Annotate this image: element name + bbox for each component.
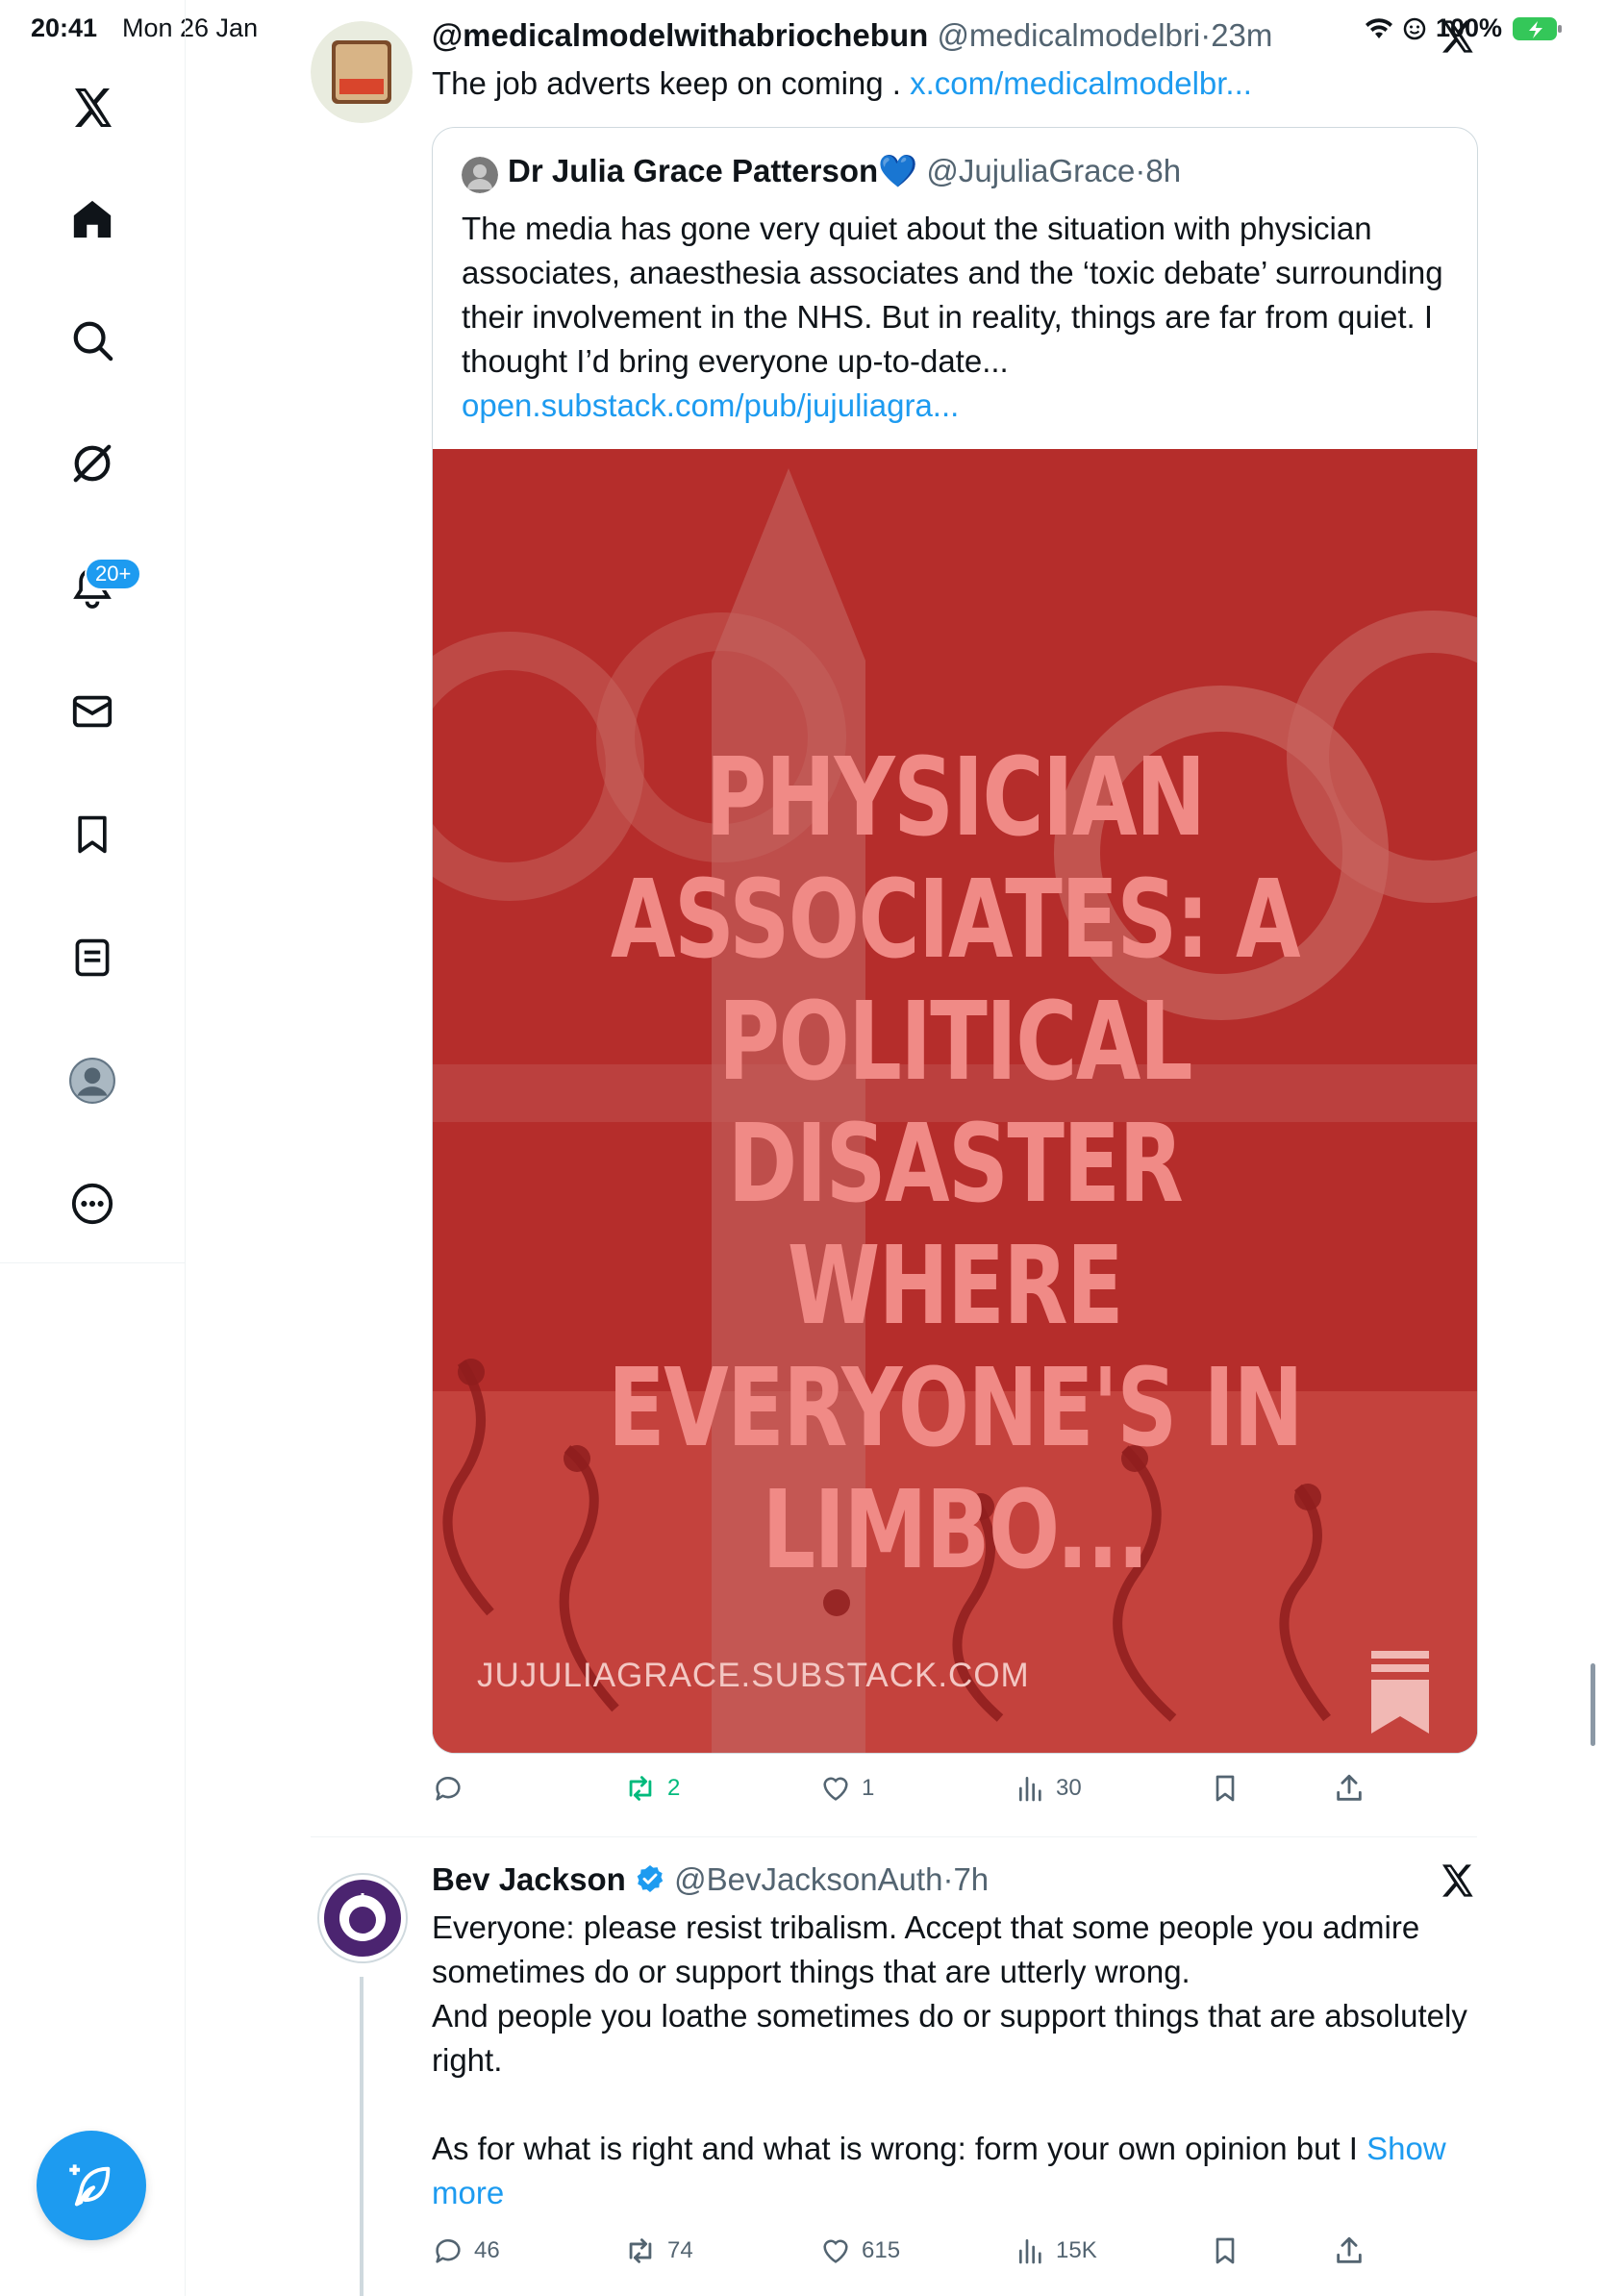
quote-avatar <box>462 157 498 193</box>
quote-link[interactable]: open.substack.com/pub/jujuliagra... <box>462 387 959 423</box>
repost-count: 74 <box>667 2237 693 2263</box>
image-headline: PHYSICIAN ASSOCIATES: A POLITICAL DISAST… <box>607 736 1304 1593</box>
quote-tweet-card[interactable]: Dr Julia Grace Patterson💙 @JujuliaGrace·… <box>432 127 1478 1754</box>
repost-button[interactable]: 74 <box>623 2234 693 2267</box>
thread-line <box>360 1977 363 2296</box>
x-logo-icon[interactable] <box>54 69 131 146</box>
focus-icon <box>1403 17 1426 40</box>
avatar[interactable] <box>311 21 413 123</box>
grok-x-icon[interactable] <box>1438 1861 1476 1900</box>
view-count: 15K <box>1056 2237 1097 2263</box>
tweet-separator <box>311 1836 1477 1837</box>
author-handle[interactable]: @BevJacksonAuth <box>674 1861 942 1897</box>
view-count: 30 <box>1056 1775 1082 1801</box>
wifi-icon <box>1365 17 1393 40</box>
image-source-url: JUJULIAGRACE.SUBSTACK.COM <box>477 1657 1030 1694</box>
tweet-text: Everyone: please resist tribalism. Accep… <box>432 1906 1480 2215</box>
tweet-header: Bev Jackson @BevJacksonAuth·7h <box>432 1861 990 1897</box>
repost-count: 2 <box>667 1775 681 1801</box>
notifications-badge: 20+ <box>85 558 142 590</box>
reply-count: 46 <box>474 2237 500 2263</box>
views-chart-icon <box>1019 1777 1041 1802</box>
search-icon[interactable] <box>54 302 131 379</box>
author-handle[interactable]: @medicalmodelbri <box>937 17 1200 53</box>
heart-icon <box>823 1777 848 1801</box>
share-icon <box>1337 1774 1362 1801</box>
blue-heart-icon: 💙 <box>878 153 918 188</box>
tweet-text-content: Everyone: please resist tribalism. Accep… <box>432 1909 1467 2166</box>
article-image[interactable]: PHYSICIAN ASSOCIATES: A POLITICAL DISAST… <box>433 449 1477 1753</box>
quote-header: Dr Julia Grace Patterson💙 @JujuliaGrace·… <box>508 153 1182 188</box>
battery-charging-icon <box>1512 15 1564 42</box>
tweet-time[interactable]: 7h <box>953 1861 989 1897</box>
tweet-text: The job adverts keep on coming . x.com/m… <box>432 62 1252 106</box>
repost-button[interactable]: 2 <box>623 1772 680 1805</box>
profile-avatar-icon[interactable] <box>54 1042 131 1119</box>
share-icon <box>1337 2236 1362 2263</box>
home-icon[interactable] <box>54 181 131 258</box>
grok-icon[interactable] <box>54 425 131 502</box>
messages-envelope-icon[interactable] <box>54 673 131 750</box>
share-button[interactable] <box>1333 2234 1366 2267</box>
heart-icon <box>823 2239 848 2263</box>
author-name[interactable]: @medicalmodelwithabriochebun <box>432 17 928 53</box>
share-button[interactable] <box>1333 1772 1366 1805</box>
views-chart-icon <box>1019 2239 1041 2264</box>
quote-text: The media has gone very quiet about the … <box>462 207 1452 428</box>
reply-button[interactable] <box>432 1772 474 1805</box>
lists-icon[interactable] <box>54 919 131 996</box>
more-options-icon[interactable] <box>54 1165 131 1242</box>
like-button[interactable]: 615 <box>819 2234 900 2267</box>
bookmark-button[interactable] <box>1210 1772 1241 1805</box>
reply-button[interactable]: 46 <box>432 2234 500 2267</box>
quote-author-handle: @JujuliaGrace <box>926 153 1136 188</box>
quote-author-name: Dr Julia Grace Patterson <box>508 153 879 188</box>
repost-icon <box>629 2238 652 2263</box>
tweet-time[interactable]: 23m <box>1211 17 1272 53</box>
sidebar-divider <box>0 1262 185 1263</box>
views-button[interactable]: 15K <box>1015 2234 1097 2267</box>
tweet-text-content: The job adverts keep on coming . <box>432 65 901 101</box>
tweet-link[interactable]: x.com/medicalmodelbr... <box>910 65 1252 101</box>
tweet-header: @medicalmodelwithabriochebun @medicalmod… <box>432 17 1273 53</box>
quote-text-content: The media has gone very quiet about the … <box>462 211 1443 379</box>
author-name[interactable]: Bev Jackson <box>432 1861 626 1897</box>
compose-feather-icon <box>69 2164 111 2207</box>
bookmark-button[interactable] <box>1210 2234 1241 2267</box>
like-count: 1 <box>862 1775 875 1801</box>
reply-icon <box>436 2239 461 2263</box>
avatar[interactable] <box>316 1872 409 1964</box>
like-button[interactable]: 1 <box>819 1772 874 1805</box>
compose-post-button[interactable] <box>37 2131 146 2240</box>
grok-x-icon[interactable] <box>1438 17 1476 56</box>
bookmark-icon <box>1216 2237 1235 2264</box>
views-button[interactable]: 30 <box>1015 1772 1082 1805</box>
bookmark-icon <box>1216 1775 1235 1802</box>
bookmarks-icon[interactable] <box>54 796 131 873</box>
like-count: 615 <box>862 2237 901 2263</box>
reply-icon <box>436 1777 461 1801</box>
scrollbar[interactable] <box>1591 1663 1595 1746</box>
quote-time: 8h <box>1145 153 1182 188</box>
repost-icon <box>629 1776 652 1801</box>
verified-badge-icon <box>635 1863 665 1894</box>
